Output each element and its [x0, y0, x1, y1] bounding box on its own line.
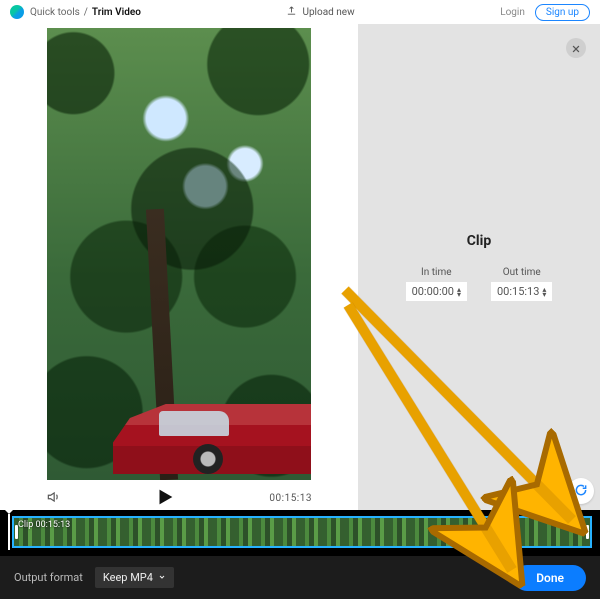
video-preview[interactable]: [47, 28, 311, 480]
chevron-down-icon: ▾: [457, 292, 461, 297]
signup-button[interactable]: Sign up: [535, 4, 590, 21]
volume-button[interactable]: [46, 490, 60, 507]
chevron-down-icon: [158, 571, 166, 584]
out-time-value: 00:15:13: [497, 285, 539, 298]
breadcrumb: Quick tools / Trim Video: [30, 7, 141, 18]
panel-title: Clip: [467, 233, 491, 249]
out-time-label: Out time: [491, 267, 552, 278]
in-time-group: In time 00:00:00 ▴ ▾: [406, 267, 467, 301]
brand-logo-icon: [10, 5, 24, 19]
upload-icon: [286, 5, 297, 19]
player-controls: 00:15:13: [10, 480, 348, 511]
footer-bar: Output format Keep MP4 Done: [0, 556, 600, 599]
close-icon: [571, 39, 581, 58]
play-button[interactable]: [154, 486, 176, 511]
in-time-input[interactable]: 00:00:00 ▴ ▾: [406, 282, 467, 301]
output-format-select[interactable]: Keep MP4: [95, 567, 174, 588]
main-split: 00:15:13 Clip In time 00:00:00 ▴ ▾: [0, 24, 600, 510]
playhead-handle[interactable]: [8, 514, 10, 550]
app-header: Quick tools / Trim Video Upload new Logi…: [0, 0, 600, 24]
out-time-input[interactable]: 00:15:13 ▴ ▾: [491, 282, 552, 301]
upload-new-button[interactable]: Upload new: [286, 5, 354, 19]
login-link[interactable]: Login: [500, 7, 525, 18]
clip-panel: Clip In time 00:00:00 ▴ ▾ Out time 00:15…: [358, 24, 600, 510]
in-time-value: 00:00:00: [412, 285, 454, 298]
timeline[interactable]: Clip 00:15:13: [0, 510, 600, 556]
video-frame: [10, 28, 348, 480]
out-time-stepper[interactable]: ▴ ▾: [542, 287, 546, 297]
clip-strip-label: Clip 00:15:13: [18, 520, 70, 530]
player-pane: 00:15:13: [0, 24, 358, 510]
upload-label: Upload new: [302, 7, 354, 18]
clip-strip[interactable]: Clip 00:15:13: [12, 516, 592, 548]
close-panel-button[interactable]: [566, 38, 586, 58]
refresh-icon: [574, 482, 588, 501]
chevron-down-icon: ▾: [542, 292, 546, 297]
playback-time: 00:15:13: [269, 493, 312, 504]
done-button[interactable]: Done: [514, 565, 586, 591]
output-format-label: Output format: [14, 571, 83, 584]
reset-clip-button[interactable]: [568, 478, 594, 504]
output-format-value: Keep MP4: [103, 571, 153, 584]
breadcrumb-current: Trim Video: [92, 7, 141, 18]
breadcrumb-separator: /: [84, 7, 88, 18]
in-time-label: In time: [406, 267, 467, 278]
breadcrumb-root[interactable]: Quick tools: [30, 7, 80, 18]
time-fields: In time 00:00:00 ▴ ▾ Out time 00:15:13 ▴…: [406, 267, 553, 301]
out-time-group: Out time 00:15:13 ▴ ▾: [491, 267, 552, 301]
in-time-stepper[interactable]: ▴ ▾: [457, 287, 461, 297]
